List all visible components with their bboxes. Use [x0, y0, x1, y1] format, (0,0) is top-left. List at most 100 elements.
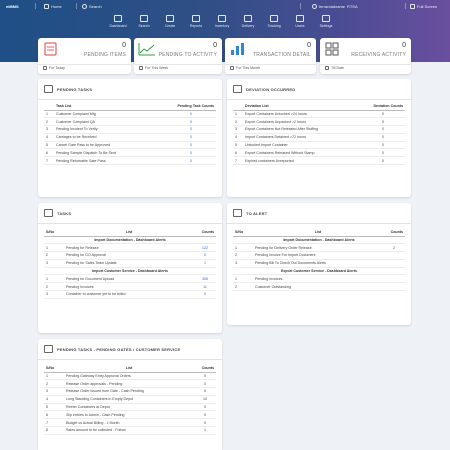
search-link[interactable]: Search: [82, 4, 102, 9]
row-count[interactable]: 2: [383, 243, 405, 253]
stat-card-pending-items[interactable]: 0 PENDING ITEMS For Today: [38, 38, 131, 74]
row-count[interactable]: 0: [361, 141, 405, 150]
table-row[interactable]: 1 Pending for Document Upload 306: [44, 274, 216, 284]
row-count[interactable]: 0: [166, 110, 216, 119]
table-row[interactable]: 6 Slip entries to Admin - Cash Pending 0: [44, 410, 216, 420]
row-count[interactable]: [383, 259, 405, 268]
row-count[interactable]: 0: [166, 125, 216, 134]
stat-card-transaction[interactable]: 0 TRANSACTION DETAIL For This Month: [225, 38, 316, 74]
row-count[interactable]: [383, 282, 405, 292]
row-count[interactable]: 0: [166, 148, 216, 158]
table-row[interactable]: 4 Import Containers Detained >72 hours 0: [233, 133, 405, 142]
nav-item-reports[interactable]: Reports: [183, 15, 209, 28]
group-title: Import Documentation - Dashboard Alerts: [44, 236, 216, 245]
table-row[interactable]: 5 Reefer Containers at Depot 0: [44, 403, 216, 412]
table-row[interactable]: 7 Expired containers Unreported 0: [233, 156, 405, 166]
table-row[interactable]: 2 Export Containers Unpacked >2 hours 0: [233, 117, 405, 127]
row-label: Pending Incident To Verify: [54, 125, 166, 134]
row-count[interactable]: 306: [194, 274, 216, 284]
table-row[interactable]: 1 Pending Gateway Entry Approval Orders 0: [44, 372, 216, 381]
nav-item-settings[interactable]: Settings: [313, 15, 339, 28]
table-row[interactable]: 7 Pending Returnable Gate Pass 0: [44, 156, 216, 166]
table-row[interactable]: 1 Pending Invoices: [233, 274, 405, 284]
table-row[interactable]: 1 Pending for Delivery Order Release 2: [233, 243, 405, 253]
row-count[interactable]: 0: [166, 156, 216, 166]
row-count[interactable]: 0: [194, 251, 216, 260]
pending-gates-panel: PENDING TASKS - PENDING GATES / CUSTOMER…: [38, 339, 222, 450]
table-row[interactable]: 5 Unlocked Import Container 0: [233, 141, 405, 150]
row-count[interactable]: 0: [194, 290, 216, 299]
nav-item-dashboard[interactable]: Dashboard: [105, 15, 131, 28]
search-icon: [140, 15, 148, 22]
table-row[interactable]: 3 Release Order Issued from Gate - Cash P…: [44, 387, 216, 396]
table-row[interactable]: 4 Long Standing Containers in Empty Depot…: [44, 395, 216, 404]
row-count[interactable]: 0: [194, 418, 216, 428]
table-row[interactable]: 3 Pending Incident To Verify 0: [44, 125, 216, 134]
row-count[interactable]: [383, 251, 405, 260]
row-count[interactable]: 11: [194, 282, 216, 292]
row-count[interactable]: 0: [361, 110, 405, 119]
row-count[interactable]: 1: [194, 259, 216, 268]
table-row[interactable]: 2 Pending for DO Approval 0: [44, 251, 216, 260]
row-count[interactable]: 0: [166, 141, 216, 150]
stat-card-receiving[interactable]: 0 RECEIVING ACTIVITY Till Date: [320, 38, 411, 74]
row-count[interactable]: 0: [194, 410, 216, 420]
table-row[interactable]: 3 Export Containers Not Released After St…: [233, 125, 405, 134]
col-header: Deviation List: [243, 103, 361, 111]
row-count[interactable]: 0: [194, 403, 216, 412]
table-row[interactable]: 8 Sales amount to be collected - Follow 1: [44, 426, 216, 435]
nav-label: Users: [295, 24, 305, 28]
row-count[interactable]: 0: [361, 133, 405, 142]
nav-item-delivery[interactable]: Delivery: [235, 15, 261, 28]
table-row[interactable]: 3 Container to customer yet to be billed 0: [44, 290, 216, 299]
home-link[interactable]: Home: [44, 4, 62, 9]
table-row[interactable]: 2 Release Order approvals - Pending 0: [44, 379, 216, 389]
row-count[interactable]: [383, 274, 405, 284]
user-menu[interactable]: ferrandakrame RTSA: [312, 4, 358, 9]
nav-item-search[interactable]: Search: [131, 15, 157, 28]
table-row[interactable]: 3 Pending Bill To Check Out Documents Ale…: [233, 259, 405, 268]
row-count[interactable]: 0: [166, 117, 216, 127]
col-header: [233, 103, 243, 111]
stat-value: 0: [307, 42, 311, 49]
row-index: 1: [44, 372, 64, 381]
table-row[interactable]: 3 Pending for Sales Team Update 1: [44, 259, 216, 268]
nav-item-create[interactable]: Create: [157, 15, 183, 28]
table-row[interactable]: 6 Pending Sample Dispatch To Be Sent 0: [44, 148, 216, 158]
table-row[interactable]: 6 Export Containers Released Without Stam…: [233, 148, 405, 158]
row-label: Pending for Sales Team Update: [64, 259, 194, 268]
table-row[interactable]: 2 Pending Invoices 11: [44, 282, 216, 292]
row-count[interactable]: 0: [194, 372, 216, 381]
fullscreen-button[interactable]: Full Screen: [410, 4, 437, 9]
table-row[interactable]: 2 Customer Complaint QA 0: [44, 117, 216, 127]
table-row[interactable]: 2 Pending Invoice For Import Document: [233, 251, 405, 260]
col-header: Deviation Counts: [361, 103, 405, 111]
row-count[interactable]: 1: [194, 426, 216, 435]
stat-card-pending-activity[interactable]: 0 PENDING TO ACTIVITY For This Week: [134, 38, 222, 74]
row-index: 1: [233, 110, 243, 119]
nav-item-inventory[interactable]: Inventory: [209, 15, 235, 28]
brand-logo[interactable]: eMIMS: [6, 4, 19, 9]
table-row[interactable]: 1 Pending for Release 122: [44, 243, 216, 253]
stat-value: 0: [213, 42, 217, 49]
row-index: 2: [233, 117, 243, 127]
nav-item-users[interactable]: Users: [287, 15, 313, 28]
row-count[interactable]: 0: [166, 133, 216, 142]
table-row[interactable]: 7 Budget vs Actual Billing - 1 Month 0: [44, 418, 216, 428]
table-row[interactable]: 5 Cancel Gate Pass to be Approved 0: [44, 141, 216, 150]
row-count[interactable]: 0: [361, 148, 405, 158]
table-row[interactable]: 2 Customer Outstanding: [233, 282, 405, 292]
row-count[interactable]: 0: [361, 156, 405, 166]
row-count[interactable]: 122: [194, 243, 216, 253]
nav-item-tracking[interactable]: Tracking: [261, 15, 287, 28]
row-label: Pending Bill To Check Out Documents Aler…: [253, 259, 383, 268]
row-count[interactable]: 0: [194, 379, 216, 389]
row-count[interactable]: 0: [194, 387, 216, 396]
row-count[interactable]: 0: [361, 117, 405, 127]
table-row[interactable]: 1 Export Containers Unlocked >24 hours 0: [233, 110, 405, 119]
row-count[interactable]: 0: [361, 125, 405, 134]
row-count[interactable]: 12: [194, 395, 216, 404]
col-header: Counts: [383, 229, 405, 237]
table-row[interactable]: 1 Customer Complaint Mfg 0: [44, 110, 216, 119]
table-row[interactable]: 4 Carriages to be Received 0: [44, 133, 216, 142]
